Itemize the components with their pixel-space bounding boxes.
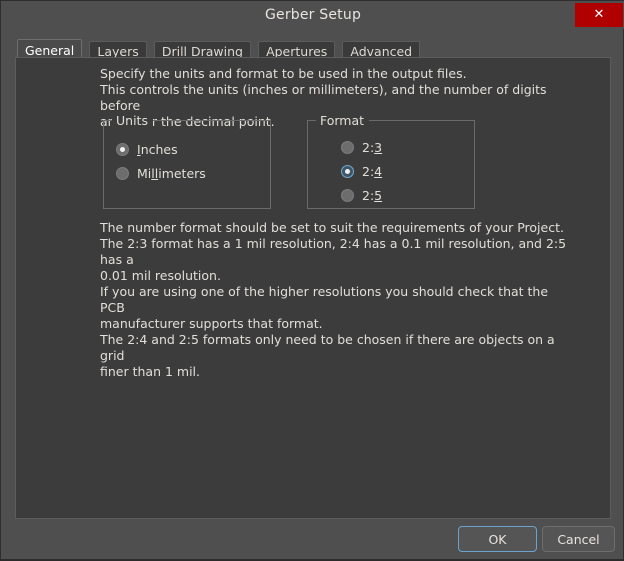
- radio-indicator: [116, 166, 129, 180]
- units-group-box: Units Inches Millimeters: [103, 113, 271, 209]
- radio-format-2-5[interactable]: 2:5: [341, 186, 382, 204]
- radio-indicator: [341, 164, 354, 178]
- window-title: Gerber Setup: [264, 7, 362, 23]
- radio-indicator: [116, 142, 129, 156]
- ok-button[interactable]: OK: [458, 526, 537, 552]
- dialog-footer: OK Cancel: [1, 519, 624, 561]
- radio-units-inches[interactable]: Inches: [116, 140, 178, 158]
- close-window-button[interactable]: ✕: [575, 3, 623, 27]
- units-group-label: Units: [112, 113, 153, 128]
- tab-strip: General Layers Drill Drawing Apertures A…: [17, 39, 422, 60]
- radio-label: Inches: [137, 141, 178, 157]
- radio-format-2-3[interactable]: 2:3: [341, 138, 382, 156]
- radio-label: Millimeters: [137, 165, 206, 181]
- gerber-setup-dialog: Gerber Setup ✕ General Layers Drill Draw…: [0, 0, 624, 560]
- radio-indicator: [341, 188, 354, 202]
- radio-label: 2:5: [362, 187, 383, 203]
- radio-label: 2:4: [362, 163, 383, 179]
- radio-format-2-4[interactable]: 2:4: [341, 162, 382, 180]
- format-group-label: Format: [316, 113, 370, 128]
- radio-units-millimeters[interactable]: Millimeters: [116, 164, 206, 182]
- cancel-button[interactable]: Cancel: [542, 526, 615, 552]
- general-tab-panel: Specify the units and format to be used …: [15, 57, 611, 519]
- title-bar: Gerber Setup ✕: [1, 1, 624, 29]
- radio-indicator: [341, 140, 354, 154]
- close-x-icon: ✕: [593, 7, 605, 22]
- radio-label: 2:3: [362, 139, 383, 155]
- format-group-box: Format 2:3 2:4 2:5: [307, 113, 475, 209]
- format-detail-description: The number format should be set to suit …: [100, 220, 567, 379]
